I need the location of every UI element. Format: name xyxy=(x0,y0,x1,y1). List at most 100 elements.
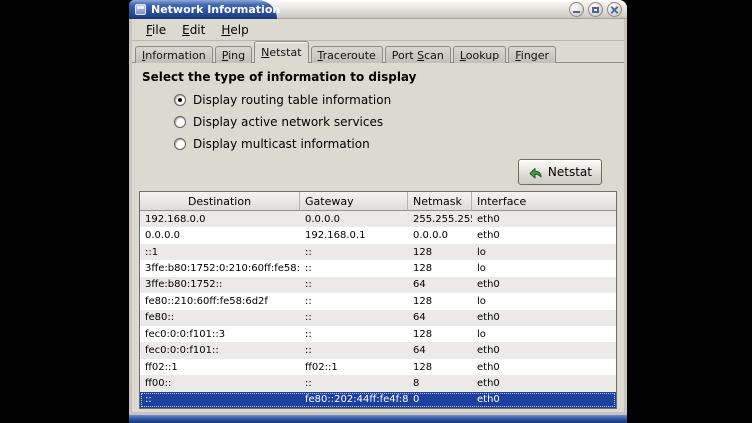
table-row[interactable]: fec0:0:0:f101::3 :: 128 lo xyxy=(140,326,616,342)
menu-item[interactable]: Help xyxy=(213,21,256,39)
destination-cell: fe80::210:60ff:fe58:6d2f xyxy=(140,296,300,307)
table-row[interactable]: 192.168.0.0 0.0.0.0 255.255.255.0 eth0 xyxy=(140,211,616,227)
destination-cell: 192.168.0.0 xyxy=(140,214,300,225)
netstat-green-arrow-icon xyxy=(528,166,543,179)
table-row[interactable]: fe80:: :: 64 eth0 xyxy=(140,310,616,326)
routing-table: Destination Gateway Netmask Interface 19 xyxy=(139,191,617,409)
gateway-cell: :: xyxy=(300,263,408,274)
close-icon xyxy=(610,5,619,14)
radio-button-icon[interactable] xyxy=(174,138,186,150)
table-row[interactable]: 3ffe:b80:1752:0:210:60ff:fe58:6d2f :: 12… xyxy=(140,260,616,276)
window-body: File Edit Help Information Ping xyxy=(129,19,627,415)
netmask-cell: 64 xyxy=(408,345,472,356)
radio-option-label: Display routing table information xyxy=(193,93,391,107)
radio-option[interactable]: Display routing table information xyxy=(174,89,617,111)
netstat-tab-panel: Select the type of information to displa… xyxy=(132,63,624,412)
maximize-icon xyxy=(592,7,599,13)
netmask-cell: 128 xyxy=(408,329,472,340)
destination-cell: fe80:: xyxy=(140,312,300,323)
table-row[interactable]: ff02::1 ff02::1 128 eth0 xyxy=(140,359,616,375)
interface-cell: eth0 xyxy=(472,378,616,389)
tab-label: Port Scan xyxy=(392,49,444,62)
netstat-button[interactable]: Netstat xyxy=(518,159,602,185)
interface-cell: eth0 xyxy=(472,279,616,290)
netmask-cell: 0.0.0.0 xyxy=(408,230,472,241)
interface-cell: eth0 xyxy=(472,230,616,241)
table-row[interactable]: ff00:: :: 8 eth0 xyxy=(140,375,616,391)
tab-label: Traceroute xyxy=(318,49,376,62)
tab[interactable]: Information xyxy=(135,46,213,63)
minimize-icon xyxy=(573,11,580,13)
destination-cell: :: xyxy=(140,394,300,405)
netmask-cell: 128 xyxy=(408,362,472,373)
interface-cell: lo xyxy=(472,263,616,274)
gateway-cell: :: xyxy=(300,378,408,389)
interface-cell: eth0 xyxy=(472,394,616,405)
tab-bar: Information Ping Netstat Traceroute xyxy=(132,41,624,63)
destination-cell: ::1 xyxy=(140,247,300,258)
tab-label: Lookup xyxy=(460,49,499,62)
interface-cell: lo xyxy=(472,247,616,258)
netstat-button-label: Netstat xyxy=(548,165,592,179)
section-label: Select the type of information to displa… xyxy=(142,70,617,84)
destination-cell: ff00:: xyxy=(140,378,300,389)
close-button[interactable] xyxy=(607,2,622,17)
titlebar-tab[interactable]: Network Information xyxy=(129,0,277,19)
destination-cell: 0.0.0.0 xyxy=(140,230,300,241)
tab-label: Finger xyxy=(515,49,549,62)
radio-button-icon[interactable] xyxy=(174,116,186,128)
destination-cell: 3ffe:b80:1752:0:210:60ff:fe58:6d2f xyxy=(140,263,300,274)
column-header[interactable]: Interface xyxy=(472,192,616,211)
tab[interactable]: Traceroute xyxy=(311,46,383,63)
interface-cell: eth0 xyxy=(472,312,616,323)
column-header[interactable]: Gateway xyxy=(300,192,408,211)
tab[interactable]: Ping xyxy=(215,46,252,63)
tab[interactable]: Lookup xyxy=(453,46,506,63)
radio-option-label: Display active network services xyxy=(193,115,383,129)
table-row[interactable]: ::1 :: 128 lo xyxy=(140,244,616,260)
destination-cell: 3ffe:b80:1752:: xyxy=(140,279,300,290)
gateway-cell: ff02::1 xyxy=(300,362,408,373)
interface-cell: lo xyxy=(472,296,616,307)
interface-cell: lo xyxy=(472,329,616,340)
window-icon xyxy=(135,4,146,15)
menu-item[interactable]: Edit xyxy=(174,21,213,39)
destination-cell: fec0:0:0:f101:: xyxy=(140,345,300,356)
tab[interactable]: Finger xyxy=(508,46,556,63)
netmask-cell: 64 xyxy=(408,312,472,323)
tab-label: Ping xyxy=(222,49,245,62)
table-header-row: Destination Gateway Netmask Interface xyxy=(140,192,616,211)
netmask-cell: 128 xyxy=(408,296,472,307)
table-row[interactable]: :: fe80::202:44ff:fe4f:83e1 0 eth0 xyxy=(140,392,616,408)
netmask-cell: 64 xyxy=(408,279,472,290)
window-title: Network Information xyxy=(151,3,280,16)
interface-cell: eth0 xyxy=(472,362,616,373)
tab-label: Information xyxy=(142,49,206,62)
table-row[interactable]: fec0:0:0:f101:: :: 64 eth0 xyxy=(140,342,616,358)
table-row[interactable]: 3ffe:b80:1752:: :: 64 eth0 xyxy=(140,277,616,293)
tab-label: Netstat xyxy=(261,46,301,59)
radio-option[interactable]: Display active network services xyxy=(174,111,617,133)
netmask-cell: 128 xyxy=(408,263,472,274)
tab[interactable]: Port Scan xyxy=(385,46,451,63)
gateway-cell: :: xyxy=(300,312,408,323)
maximize-button[interactable] xyxy=(588,2,603,17)
window-controls xyxy=(569,2,622,17)
minimize-button[interactable] xyxy=(569,2,584,17)
table-row[interactable]: 0.0.0.0 192.168.0.1 0.0.0.0 eth0 xyxy=(140,227,616,243)
netmask-cell: 8 xyxy=(408,378,472,389)
interface-cell: eth0 xyxy=(472,345,616,356)
titlebar[interactable]: Network Information xyxy=(129,0,627,19)
tab[interactable]: Netstat xyxy=(254,41,308,63)
button-row: Netstat xyxy=(139,159,602,185)
column-header[interactable]: Netmask xyxy=(408,192,472,211)
table-body: 192.168.0.0 0.0.0.0 255.255.255.0 eth0 0… xyxy=(140,211,616,408)
netmask-cell: 255.255.255.0 xyxy=(408,214,472,225)
menu-item[interactable]: File xyxy=(138,21,174,39)
radio-option[interactable]: Display multicast information xyxy=(174,133,617,155)
table-row[interactable]: fe80::210:60ff:fe58:6d2f :: 128 lo xyxy=(140,293,616,309)
column-header[interactable]: Destination xyxy=(140,192,300,211)
gateway-cell: :: xyxy=(300,345,408,356)
background-panel-strip xyxy=(129,415,627,423)
radio-button-icon[interactable] xyxy=(174,94,186,106)
